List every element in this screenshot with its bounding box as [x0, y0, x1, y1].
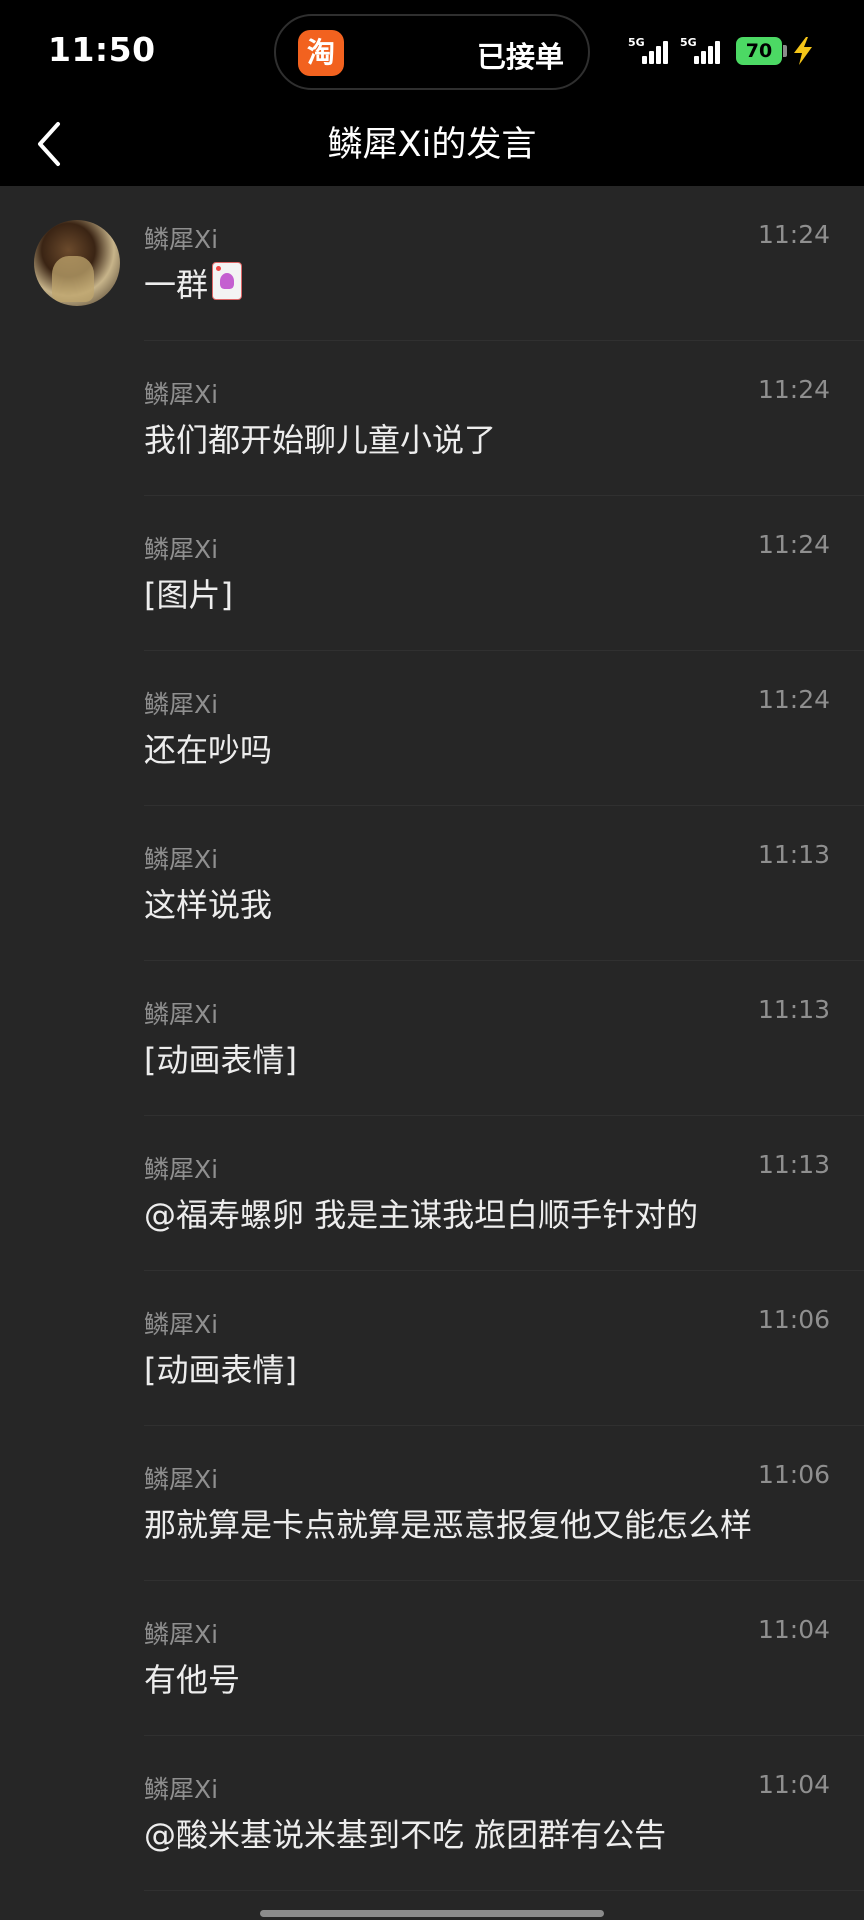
message-time: 11:13: [757, 1150, 830, 1179]
message-time: 11:13: [757, 840, 830, 869]
message-text: 有他号: [144, 1661, 241, 1699]
message-item[interactable]: 鳞犀Xi 11:24 一群: [0, 186, 864, 341]
dynamic-island[interactable]: 淘 已接单: [274, 14, 590, 90]
message-item[interactable]: 鳞犀Xi 11:13 这样说我: [0, 806, 864, 961]
message-item[interactable]: 鳞犀Xi 11:24 我们都开始聊儿童小说了: [0, 341, 864, 496]
message-time: 11:24: [757, 220, 830, 249]
message-time: 11:04: [757, 1770, 830, 1799]
message-text: [动画表情]: [144, 1351, 297, 1389]
message-sender: 鳞犀Xi: [144, 1310, 219, 1339]
avatar[interactable]: [34, 220, 120, 306]
message-sender: 鳞犀Xi: [144, 845, 219, 874]
message-text: 还在吵吗: [144, 731, 273, 769]
message-time: 11:13: [757, 995, 830, 1024]
signal-1-label: 5G: [628, 36, 645, 49]
message-time: 11:24: [757, 530, 830, 559]
message-text: @酸米基说米基到不吃 旅团群有公告: [144, 1816, 667, 1854]
message-time: 11:24: [757, 375, 830, 404]
message-text: [动画表情]: [144, 1041, 297, 1079]
home-indicator[interactable]: [260, 1910, 604, 1917]
battery-icon: 70: [736, 37, 782, 65]
page-title: 鳞犀Xi的发言: [327, 125, 537, 165]
message-sender: 鳞犀Xi: [144, 1620, 219, 1649]
message-sender: 鳞犀Xi: [144, 1000, 219, 1029]
message-time: 11:24: [757, 685, 830, 714]
message-sender: 鳞犀Xi: [144, 1465, 219, 1494]
island-status-text: 已接单: [476, 40, 564, 74]
message-item[interactable]: 鳞犀Xi 11:24 还在吵吗: [0, 651, 864, 806]
nav-bar: 鳞犀Xi的发言: [0, 100, 864, 186]
message-list[interactable]: 鳞犀Xi 11:24 一群 鳞犀Xi 11:24 我们都开始聊儿童小说了 鳞犀X…: [0, 186, 864, 1891]
charging-bolt-icon: [794, 37, 812, 65]
message-item[interactable]: 鳞犀Xi 11:04 @酸米基说米基到不吃 旅团群有公告: [0, 1736, 864, 1891]
divider: [144, 1890, 864, 1891]
message-time: 11:04: [757, 1615, 830, 1644]
signal-1-icon: 5G: [628, 36, 672, 64]
message-content: 一群: [144, 260, 243, 306]
message-sender: 鳞犀Xi: [144, 1775, 219, 1804]
message-item[interactable]: 鳞犀Xi 11:06 [动画表情]: [0, 1271, 864, 1426]
message-sender: 鳞犀Xi: [144, 535, 219, 564]
status-time: 11:50: [48, 30, 156, 69]
message-text: @福寿螺卵 我是主谋我坦白顺手针对的: [144, 1196, 699, 1234]
signal-2-icon: 5G: [680, 36, 724, 64]
message-text: 一群: [144, 266, 209, 304]
message-text: 那就算是卡点就算是恶意报复他又能怎么样: [144, 1506, 753, 1544]
message-item[interactable]: 鳞犀Xi 11:24 [图片]: [0, 496, 864, 651]
battery-tip: [783, 45, 787, 57]
message-text: [图片]: [144, 576, 233, 614]
message-item[interactable]: 鳞犀Xi 11:13 @福寿螺卵 我是主谋我坦白顺手针对的: [0, 1116, 864, 1271]
message-sender: 鳞犀Xi: [144, 225, 219, 254]
message-sender: 鳞犀Xi: [144, 380, 219, 409]
message-time: 11:06: [757, 1460, 830, 1489]
card-sticker-icon: [212, 262, 243, 300]
message-sender: 鳞犀Xi: [144, 1155, 219, 1184]
signal-2-label: 5G: [680, 36, 697, 49]
message-text: 我们都开始聊儿童小说了: [144, 421, 497, 459]
message-text: 这样说我: [144, 886, 273, 924]
status-bar: 11:50 淘 已接单 5G 5G 70: [0, 0, 864, 100]
taobao-app-icon: 淘: [298, 30, 344, 76]
message-time: 11:06: [757, 1305, 830, 1334]
message-item[interactable]: 鳞犀Xi 11:13 [动画表情]: [0, 961, 864, 1116]
message-sender: 鳞犀Xi: [144, 690, 219, 719]
message-item[interactable]: 鳞犀Xi 11:04 有他号: [0, 1581, 864, 1736]
message-item[interactable]: 鳞犀Xi 11:06 那就算是卡点就算是恶意报复他又能怎么样: [0, 1426, 864, 1581]
